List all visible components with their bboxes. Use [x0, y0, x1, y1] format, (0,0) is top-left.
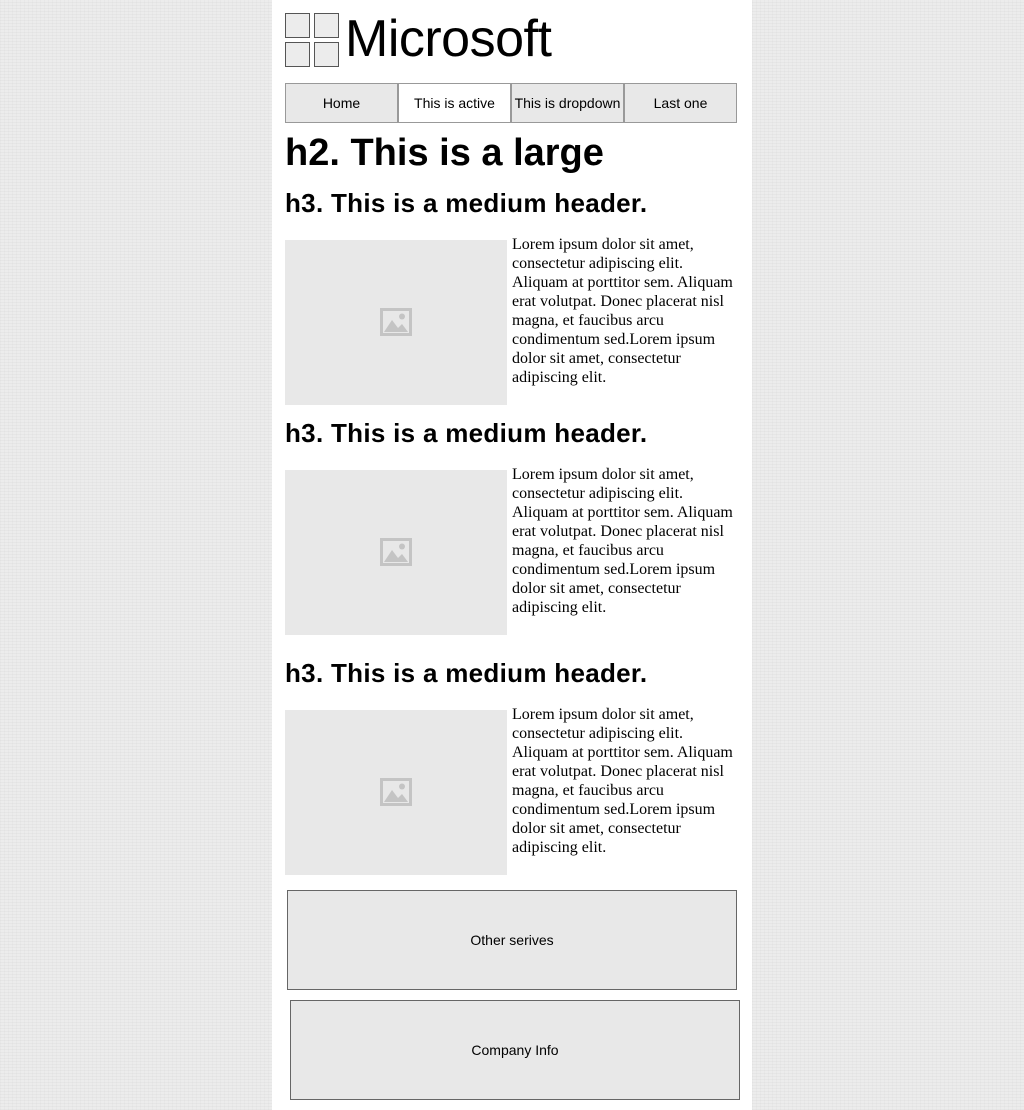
section-heading: h3. This is a medium header.: [285, 418, 648, 448]
image-placeholder: [285, 470, 507, 635]
section-heading: h3. This is a medium header.: [285, 188, 648, 218]
section-text: Lorem ipsum dolor sit amet, consectetur …: [512, 466, 733, 616]
image-placeholder: [285, 710, 507, 875]
brand-name: Microsoft: [345, 10, 552, 68]
nav-item-last[interactable]: Last one: [624, 83, 737, 123]
section-text: Lorem ipsum dolor sit amet, consectetur …: [512, 706, 733, 856]
page-title: h2. This is a large: [285, 132, 604, 174]
nav-item-dropdown[interactable]: This is dropdown: [511, 83, 624, 123]
image-placeholder-icon: [380, 308, 412, 336]
four-squares-icon: [285, 13, 341, 69]
other-services-box[interactable]: Other serives: [287, 890, 737, 990]
company-info-box[interactable]: Company Info: [290, 1000, 740, 1100]
image-placeholder: [285, 240, 507, 405]
image-placeholder-icon: [380, 538, 412, 566]
nav-item-active[interactable]: This is active: [398, 83, 511, 123]
nav-item-home[interactable]: Home: [285, 83, 398, 123]
section-heading: h3. This is a medium header.: [285, 658, 648, 688]
page-container: Microsoft Home This is active This is dr…: [272, 0, 752, 1110]
main-nav: Home This is active This is dropdown Las…: [285, 83, 737, 123]
image-placeholder-icon: [380, 778, 412, 806]
section-text: Lorem ipsum dolor sit amet, consectetur …: [512, 236, 733, 386]
